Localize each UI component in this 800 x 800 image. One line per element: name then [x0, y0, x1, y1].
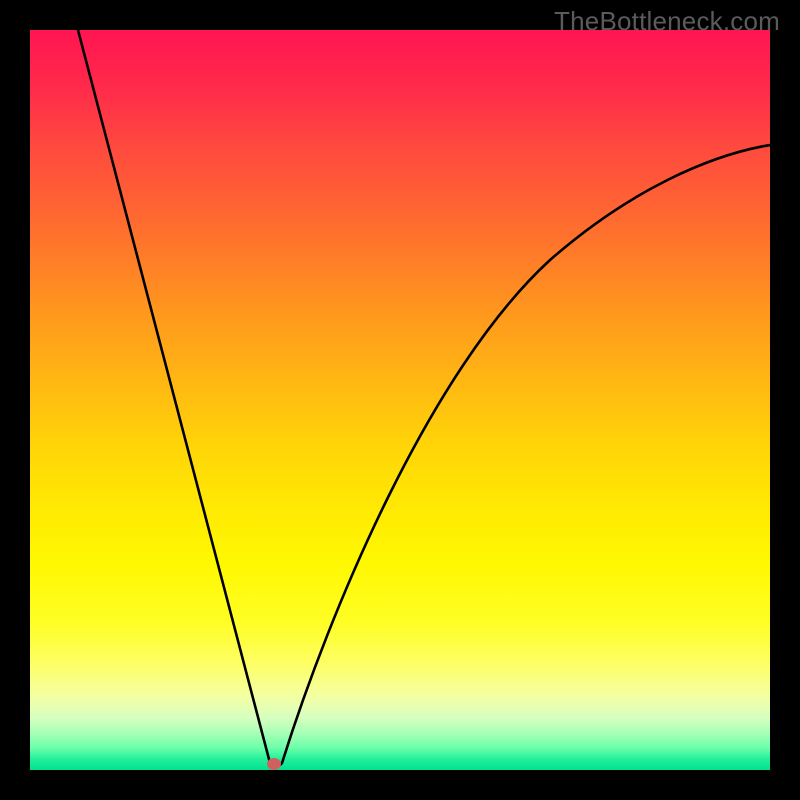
- watermark-text: TheBottleneck.com: [554, 6, 780, 37]
- curve-svg: [30, 30, 770, 770]
- plot-area: [30, 30, 770, 770]
- bottleneck-curve: [78, 30, 770, 767]
- minimum-marker: [267, 758, 281, 770]
